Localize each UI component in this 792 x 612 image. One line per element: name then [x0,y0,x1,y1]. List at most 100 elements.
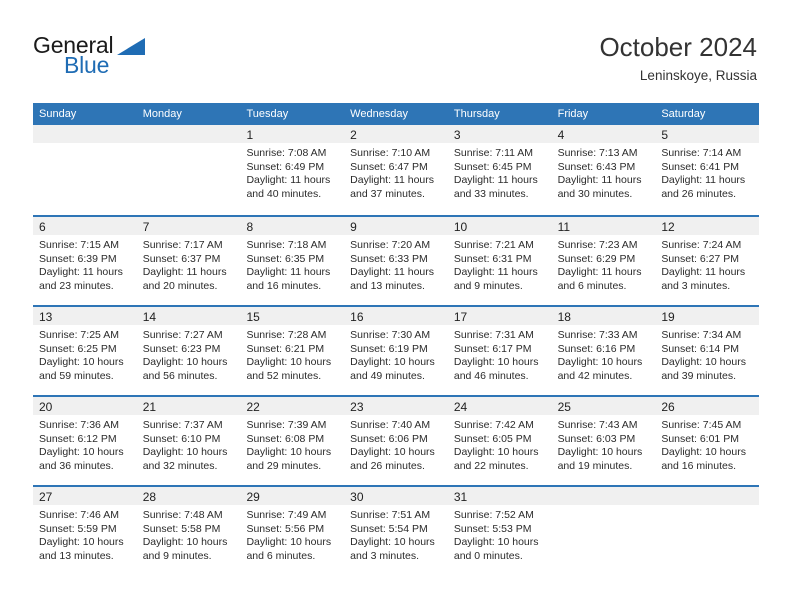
day-details: Sunrise: 7:27 AM Sunset: 6:23 PM Daylight:… [137,325,241,383]
day-cell-empty [136,125,241,215]
daylight-text: Daylight: 11 hours [246,174,331,187]
daylight-text: Daylight: 10 hours [350,536,435,549]
sunset-text: Sunset: 6:19 PM [350,342,428,355]
general-blue-logo[interactable]: General Blue [33,33,163,83]
day-cell[interactable]: 27 Sunrise: 7:46 AM Sunset: 5:59 PM Dayligh… [33,487,137,575]
daylight-text: Daylight: 11 hours [350,174,435,187]
daylight-text-cont: and 42 minutes. [557,369,633,382]
day-cell[interactable]: 28 Sunrise: 7:48 AM Sunset: 5:58 PM Dayligh… [136,487,241,575]
day-number: 27 [39,490,53,504]
day-cell[interactable]: 25 Sunrise: 7:43 AM Sunset: 6:03 PM Dayligh… [551,397,656,485]
page-title: October 2024 [599,32,757,62]
day-cell[interactable]: 24 Sunrise: 7:42 AM Sunset: 6:05 PM Dayligh… [447,397,552,485]
daylight-text-cont: and 37 minutes. [350,187,425,200]
day-cell[interactable]: 17 Sunrise: 7:31 AM Sunset: 6:17 PM Dayligh… [447,307,552,395]
day-cell[interactable]: 15 Sunrise: 7:28 AM Sunset: 6:21 PM Dayligh… [240,307,345,395]
day-cell[interactable]: 29 Sunrise: 7:49 AM Sunset: 5:56 PM Dayligh… [240,487,345,575]
daylight-text: Daylight: 10 hours [453,446,539,459]
day-number-band [136,125,241,143]
weekday-header-tuesday: Tuesday [246,108,289,120]
day-number-band: 16 [344,307,448,325]
day-cell[interactable]: 31 Sunrise: 7:52 AM Sunset: 5:53 PM Dayligh… [447,487,552,575]
day-cell[interactable]: 11 Sunrise: 7:23 AM Sunset: 6:29 PM Dayligh… [551,217,656,305]
day-details: Sunrise: 7:33 AM Sunset: 6:16 PM Daylight:… [552,325,656,383]
day-number: 14 [142,310,157,324]
sunset-text: Sunset: 6:35 PM [246,252,325,265]
sunset-text: Sunset: 6:31 PM [453,252,532,265]
sunrise-text: Sunrise: 7:49 AM [246,509,327,521]
day-number: 17 [453,310,468,324]
daylight-text: Daylight: 11 hours [350,266,435,279]
day-cell[interactable]: 6 Sunrise: 7:15 AM Sunset: 6:39 PM Daylight… [33,217,137,305]
day-details: Sunrise: 7:51 AM Sunset: 5:54 PM Daylight:… [344,505,448,563]
sunrise-text: Sunrise: 7:20 AM [350,239,431,251]
daylight-text: Daylight: 11 hours [557,266,642,279]
day-details: Sunrise: 7:20 AM Sunset: 6:33 PM Daylight:… [344,235,448,293]
day-cell[interactable]: 14 Sunrise: 7:27 AM Sunset: 6:23 PM Dayligh… [136,307,241,395]
day-cell[interactable]: 30 Sunrise: 7:51 AM Sunset: 5:54 PM Dayligh… [344,487,448,575]
day-cell[interactable]: 12 Sunrise: 7:24 AM Sunset: 6:27 PM Dayligh… [655,217,760,305]
sunrise-text: Sunrise: 7:43 AM [557,419,638,431]
calendar-page: General Blue October 2024 Leninskoye, Ru… [0,0,792,612]
daylight-text-cont: and 36 minutes. [39,459,114,472]
day-number-band: 13 [33,307,137,325]
daylight-text: Daylight: 10 hours [39,446,124,459]
logo-triangle-icon [117,38,145,55]
day-cell[interactable]: 8 Sunrise: 7:18 AM Sunset: 6:35 PM Daylight… [240,217,345,305]
day-number: 10 [453,220,468,234]
sunset-text: Sunset: 6:43 PM [557,160,636,173]
day-number: 5 [661,128,668,142]
day-cell[interactable]: 23 Sunrise: 7:40 AM Sunset: 6:06 PM Dayligh… [344,397,448,485]
day-cell[interactable]: 20 Sunrise: 7:36 AM Sunset: 6:12 PM Dayligh… [33,397,137,485]
day-cell[interactable]: 1 Sunrise: 7:08 AM Sunset: 6:49 PM Daylight… [240,125,345,215]
daylight-text-cont: and 16 minutes. [246,279,322,292]
day-number-band: 23 [344,397,448,415]
sunset-text: Sunset: 6:05 PM [453,432,532,445]
day-cell[interactable]: 22 Sunrise: 7:39 AM Sunset: 6:08 PM Dayligh… [240,397,345,485]
daylight-text-cont: and 30 minutes. [557,187,633,200]
daylight-text: Daylight: 11 hours [246,266,331,279]
day-number: 16 [350,310,364,324]
sunset-text: Sunset: 5:53 PM [453,522,532,535]
day-number-band: 5 [655,125,760,143]
sunrise-text: Sunrise: 7:28 AM [246,329,327,341]
daylight-text-cont: and 0 minutes. [453,549,523,562]
day-cell[interactable]: 3 Sunrise: 7:11 AM Sunset: 6:45 PM Daylight… [447,125,552,215]
sunrise-text: Sunrise: 7:27 AM [142,329,223,341]
day-number: 15 [246,310,260,324]
day-cell[interactable]: 16 Sunrise: 7:30 AM Sunset: 6:19 PM Dayligh… [344,307,448,395]
day-cell[interactable]: 4 Sunrise: 7:13 AM Sunset: 6:43 PM Daylight… [551,125,656,215]
day-number-band: 10 [447,217,552,235]
day-number: 25 [557,400,571,414]
sunset-text: Sunset: 6:21 PM [246,342,325,355]
day-number: 8 [246,220,254,234]
day-number: 1 [246,128,254,142]
day-cell[interactable]: 26 Sunrise: 7:45 AM Sunset: 6:01 PM Dayligh… [655,397,760,485]
sunset-text: Sunset: 6:16 PM [557,342,636,355]
day-number-band: 2 [344,125,448,143]
day-number-band: 14 [136,307,241,325]
day-cell[interactable]: 21 Sunrise: 7:37 AM Sunset: 6:10 PM Dayligh… [136,397,241,485]
day-cell[interactable]: 19 Sunrise: 7:34 AM Sunset: 6:14 PM Dayligh… [655,307,760,395]
day-cell[interactable]: 9 Sunrise: 7:20 AM Sunset: 6:33 PM Daylight… [344,217,448,305]
daylight-text-cont: and 59 minutes. [39,369,114,382]
sunrise-text: Sunrise: 7:31 AM [453,329,534,341]
sunrise-text: Sunrise: 7:14 AM [661,147,742,159]
day-cell[interactable]: 13 Sunrise: 7:25 AM Sunset: 6:25 PM Dayligh… [33,307,137,395]
day-details: Sunrise: 7:24 AM Sunset: 6:27 PM Daylight:… [655,235,759,293]
day-cell[interactable]: 10 Sunrise: 7:21 AM Sunset: 6:31 PM Dayligh… [447,217,552,305]
day-cell[interactable]: 7 Sunrise: 7:17 AM Sunset: 6:37 PM Daylight… [136,217,241,305]
day-number-band: 9 [344,217,448,235]
day-details [655,505,759,509]
day-cell[interactable]: 5 Sunrise: 7:14 AM Sunset: 6:41 PM Daylight… [655,125,760,215]
day-cell[interactable]: 2 Sunrise: 7:10 AM Sunset: 6:47 PM Daylight… [344,125,448,215]
day-number-band: 12 [655,217,760,235]
daylight-text-cont: and 13 minutes. [350,279,425,292]
sunset-text: Sunset: 6:25 PM [39,342,117,355]
daylight-text: Daylight: 10 hours [661,356,746,369]
sunrise-text: Sunrise: 7:13 AM [557,147,638,159]
day-cell[interactable]: 18 Sunrise: 7:33 AM Sunset: 6:16 PM Dayligh… [551,307,656,395]
day-details: Sunrise: 7:43 AM Sunset: 6:03 PM Daylight:… [552,415,656,473]
day-number: 20 [39,400,53,414]
day-details: Sunrise: 7:31 AM Sunset: 6:17 PM Daylight:… [448,325,552,383]
